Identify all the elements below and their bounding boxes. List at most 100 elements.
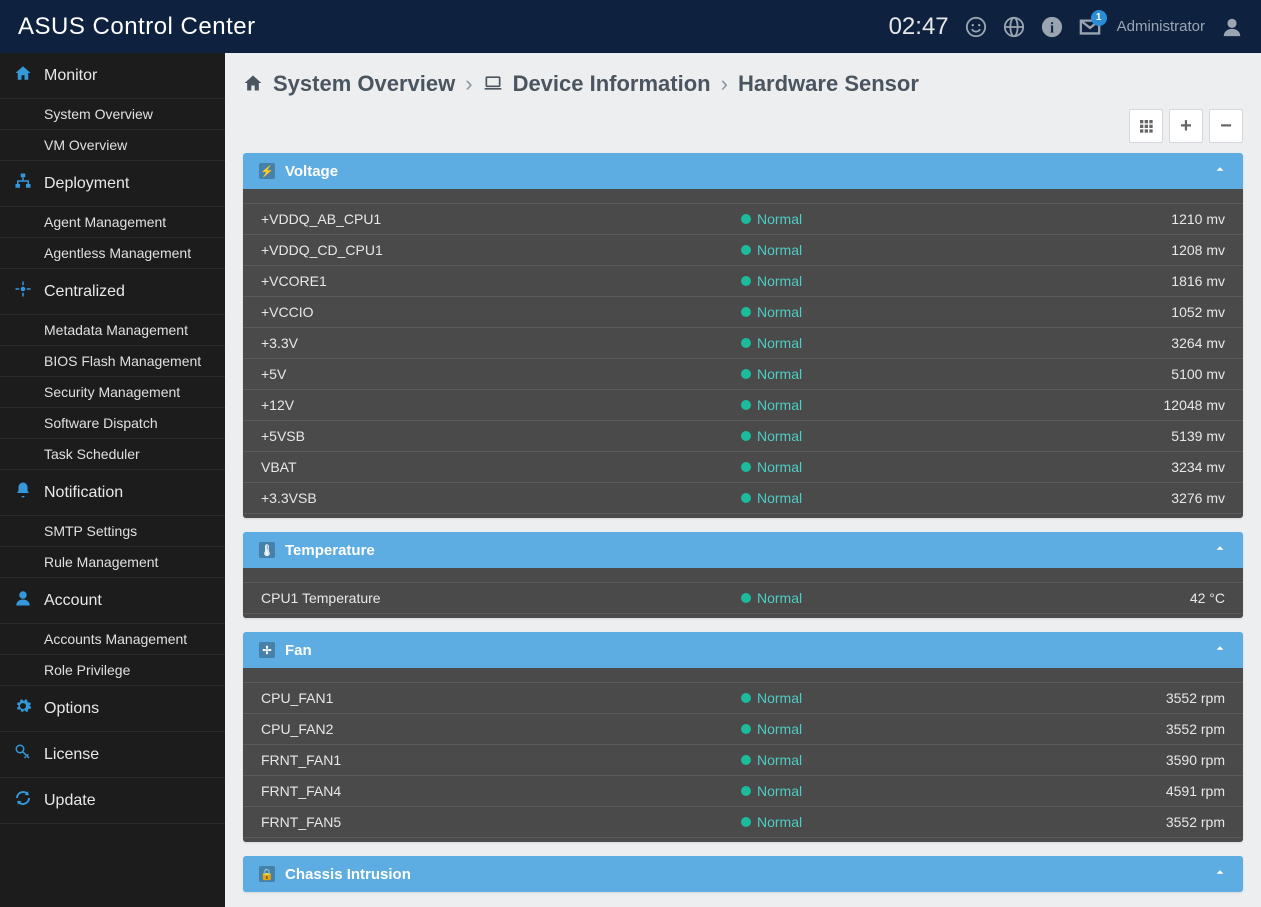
mail-icon[interactable]: 1	[1079, 16, 1101, 38]
sensor-name: FRNT_FAN1	[261, 752, 741, 768]
status-dot-icon	[741, 400, 751, 410]
expand-all-button[interactable]: +	[1169, 109, 1203, 143]
sensor-value: 3264 mv	[1085, 335, 1225, 351]
sensor-row: +5V Normal 5100 mv	[243, 359, 1243, 390]
sensor-status: Normal	[741, 242, 1085, 258]
nav-item[interactable]: VM Overview	[0, 130, 225, 161]
nav-item[interactable]: Software Dispatch	[0, 408, 225, 439]
sensor-status: Normal	[741, 783, 1085, 799]
user-icon[interactable]	[1221, 16, 1243, 38]
panel-header[interactable]: 🌡Temperature	[243, 532, 1243, 568]
nav-group-license[interactable]: License	[0, 732, 225, 778]
nav-item[interactable]: Accounts Management	[0, 624, 225, 655]
home-icon[interactable]	[243, 71, 263, 97]
nav-group-notification[interactable]: Notification	[0, 470, 225, 516]
sensor-value: 12048 mv	[1085, 397, 1225, 413]
panel-body: CPU_FAN1 Normal 3552 rpm CPU_FAN2 Normal…	[243, 668, 1243, 842]
breadcrumb-l3: Hardware Sensor	[738, 71, 919, 97]
status-dot-icon	[741, 214, 751, 224]
user-label[interactable]: Administrator	[1117, 18, 1205, 35]
panel-icon: ⚡	[259, 163, 275, 179]
sensor-name: VBAT	[261, 459, 741, 475]
home-icon	[14, 64, 32, 87]
nav-item[interactable]: Agentless Management	[0, 238, 225, 269]
panel-temperature: 🌡Temperature CPU1 Temperature Normal 42 …	[243, 532, 1243, 618]
key-icon	[14, 743, 32, 766]
sensor-name: CPU_FAN1	[261, 690, 741, 706]
status-dot-icon	[741, 755, 751, 765]
nav-item[interactable]: SMTP Settings	[0, 516, 225, 547]
sensor-value: 42 °C	[1085, 590, 1225, 606]
sensor-value: 3234 mv	[1085, 459, 1225, 475]
breadcrumb-sep: ›	[721, 71, 728, 97]
globe-icon[interactable]	[1003, 16, 1025, 38]
panel-title: Temperature	[285, 542, 375, 559]
panel-title: Voltage	[285, 163, 338, 180]
panel-header[interactable]: ⚡ Voltage	[243, 153, 1243, 189]
brand-title: ASUS Control Center	[18, 13, 256, 41]
panel-chassis-intrusion: 🔒Chassis Intrusion	[243, 856, 1243, 892]
nav-group-update[interactable]: Update	[0, 778, 225, 824]
nav-group-account[interactable]: Account	[0, 578, 225, 624]
nav-group-label: Deployment	[44, 175, 129, 193]
panel-header[interactable]: 🔒Chassis Intrusion	[243, 856, 1243, 892]
nav-item[interactable]: Metadata Management	[0, 315, 225, 346]
sensor-row: +3.3V Normal 3264 mv	[243, 328, 1243, 359]
status-dot-icon	[741, 593, 751, 603]
panel-fan: ✢Fan CPU_FAN1 Normal 3552 rpm CPU_FAN2 N…	[243, 632, 1243, 842]
panel-icon: ✢	[259, 642, 275, 658]
sensor-row: +VDDQ_CD_CPU1 Normal 1208 mv	[243, 235, 1243, 266]
sensor-value: 5100 mv	[1085, 366, 1225, 382]
status-dot-icon	[741, 307, 751, 317]
sensor-row: CPU_FAN1 Normal 3552 rpm	[243, 682, 1243, 714]
collapse-all-button[interactable]: −	[1209, 109, 1243, 143]
sensor-row: FRNT_FAN1 Normal 3590 rpm	[243, 745, 1243, 776]
smiley-icon[interactable]	[965, 16, 987, 38]
grid-view-button[interactable]	[1129, 109, 1163, 143]
app-header: ASUS Control Center 02:47 i 1 Administra…	[0, 0, 1261, 53]
nav-group-options[interactable]: Options	[0, 686, 225, 732]
nav-group-monitor[interactable]: Monitor	[0, 53, 225, 99]
breadcrumb-l1[interactable]: System Overview	[273, 71, 455, 97]
sensor-name: +VDDQ_CD_CPU1	[261, 242, 741, 258]
nav-item[interactable]: Task Scheduler	[0, 439, 225, 470]
nav-item[interactable]: BIOS Flash Management	[0, 346, 225, 377]
sensor-row: FRNT_FAN4 Normal 4591 rpm	[243, 776, 1243, 807]
sensor-value: 3552 rpm	[1085, 814, 1225, 830]
nav-item[interactable]: Rule Management	[0, 547, 225, 578]
nav-group-label: Notification	[44, 484, 123, 502]
sensor-row: VBAT Normal 3234 mv	[243, 452, 1243, 483]
sensor-status: Normal	[741, 211, 1085, 227]
sensor-name: CPU1 Temperature	[261, 590, 741, 606]
nav-item[interactable]: Role Privilege	[0, 655, 225, 686]
panel-body: +VDDQ_AB_CPU1 Normal 1210 mv +VDDQ_CD_CP…	[243, 189, 1243, 518]
nav-group-centralized[interactable]: Centralized	[0, 269, 225, 315]
chevron-up-icon	[1213, 865, 1227, 883]
sensor-row: +VCCIO Normal 1052 mv	[243, 297, 1243, 328]
nav-group-label: Centralized	[44, 283, 125, 301]
main-content: System Overview › Device Information › H…	[225, 53, 1261, 907]
sensor-name: +VDDQ_AB_CPU1	[261, 211, 741, 227]
panel-header[interactable]: ✢Fan	[243, 632, 1243, 668]
panel-icon: 🔒	[259, 866, 275, 882]
sensor-value: 1208 mv	[1085, 242, 1225, 258]
status-dot-icon	[741, 786, 751, 796]
nav-item[interactable]: Security Management	[0, 377, 225, 408]
panel-voltage: ⚡ Voltage +VDDQ_AB_CPU1 Normal 1210 mv +V…	[243, 153, 1243, 518]
breadcrumb-l2[interactable]: Device Information	[513, 71, 711, 97]
sensor-name: CPU_FAN2	[261, 721, 741, 737]
sensor-status: Normal	[741, 814, 1085, 830]
status-dot-icon	[741, 338, 751, 348]
nav-item[interactable]: System Overview	[0, 99, 225, 130]
status-dot-icon	[741, 462, 751, 472]
status-dot-icon	[741, 493, 751, 503]
sidebar: MonitorSystem OverviewVM Overview Deploym…	[0, 53, 225, 907]
nav-group-deployment[interactable]: Deployment	[0, 161, 225, 207]
sensor-value: 3590 rpm	[1085, 752, 1225, 768]
info-icon[interactable]: i	[1041, 16, 1063, 38]
sensor-value: 5139 mv	[1085, 428, 1225, 444]
panel-body: CPU1 Temperature Normal 42 °C	[243, 568, 1243, 618]
nav-item[interactable]: Agent Management	[0, 207, 225, 238]
status-dot-icon	[741, 245, 751, 255]
sensor-status: Normal	[741, 590, 1085, 606]
